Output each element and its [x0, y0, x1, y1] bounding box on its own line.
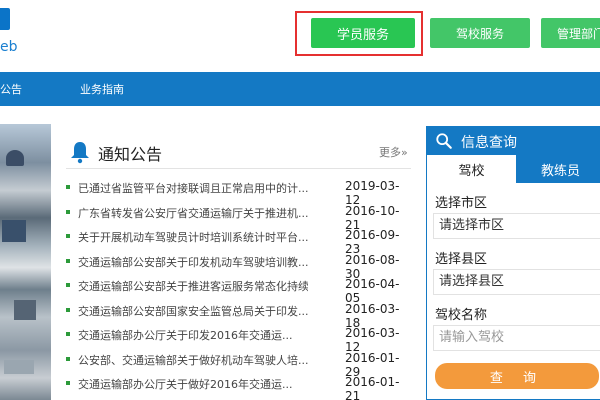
bullet-icon — [66, 307, 70, 312]
notice-item[interactable]: 交通运输部公安部国家安全监管总局关于印发... 2016-03-18 — [66, 300, 414, 330]
query-header: 信息查询 — [427, 127, 600, 155]
notice-item[interactable]: 交通运输部公安部关于推进客运服务常态化持续... 2016-04-05 — [66, 275, 414, 305]
notice-text[interactable]: 已通过省监管平台对接联调且正常启用中的计... — [78, 180, 308, 196]
notice-text[interactable]: 交通运输部公安部国家安全监管总局关于印发... — [78, 303, 308, 319]
notice-item[interactable]: 已通过省监管平台对接联调且正常启用中的计... 2019-03-12 — [66, 177, 414, 207]
bullet-icon — [66, 258, 70, 263]
notice-list: 已通过省监管平台对接联调且正常启用中的计... 2019-03-12 广东省转发… — [66, 177, 414, 400]
nav-item-announcement[interactable]: 公告 — [0, 81, 22, 97]
notice-item[interactable]: 交通运输部办公厅关于印发2016年交通运... 2016-03-12 — [66, 324, 414, 354]
more-link[interactable]: 更多» — [379, 144, 408, 160]
search-icon — [436, 133, 452, 149]
notice-item[interactable]: 交通运输部公安部关于印发机动车驾驶培训教... 2016-08-30 — [66, 251, 414, 281]
notice-text[interactable]: 交通运输部公安部关于印发机动车驾驶培训教... — [78, 254, 308, 270]
tab-coach[interactable]: 教练员 — [516, 155, 600, 183]
bullet-icon — [66, 356, 70, 361]
notice-item[interactable]: 广东省转发省公安厅省交通运输厅关于推进机... 2016-10-21 — [66, 202, 414, 232]
photo-figure — [4, 360, 34, 374]
query-submit-button[interactable]: 查 询 — [435, 363, 599, 389]
notice-item[interactable]: 关于开展机动车驾驶员计时培训系统计时平台... 2016-09-23 — [66, 226, 414, 256]
page: eb 学员服务 驾校服务 管理部门 公告 业务指南 通知公告 更多» 已通过省监… — [0, 0, 600, 400]
district-select[interactable]: 请选择县区 — [433, 269, 600, 295]
nav-item-business-guide[interactable]: 业务指南 — [80, 81, 124, 97]
school-service-button[interactable]: 驾校服务 — [430, 18, 530, 48]
photo-figure — [14, 300, 36, 320]
photo-figure — [2, 220, 26, 242]
divider — [66, 168, 411, 169]
notice-item[interactable]: 公安部、交通运输部关于做好机动车驾驶人培... 2016-01-29 — [66, 349, 414, 379]
district-label: 选择县区 — [435, 252, 488, 267]
notice-date: 2016-01-21 — [345, 375, 400, 400]
bullet-icon — [66, 283, 70, 287]
bullet-icon — [66, 209, 70, 214]
bullet-icon — [66, 381, 70, 385]
notice-text[interactable]: 交通运输部办公厅关于做好2016年交通运... — [78, 376, 308, 392]
notice-text[interactable]: 广东省转发省公安厅省交通运输厅关于推进机... — [78, 205, 308, 221]
city-label: 选择市区 — [435, 196, 488, 211]
bullet-icon — [66, 332, 70, 336]
notice-section-title: 通知公告 — [98, 145, 163, 164]
notice-text[interactable]: 交通运输部办公厅关于印发2016年交通运... — [78, 327, 308, 343]
query-title: 信息查询 — [461, 135, 517, 151]
logo-subtext: eb — [0, 39, 18, 55]
city-select[interactable]: 请选择市区 — [433, 213, 600, 239]
bullet-icon — [66, 234, 70, 238]
site-logo[interactable] — [0, 8, 10, 30]
bullet-icon — [66, 185, 70, 189]
tab-driving-school[interactable]: 驾校 — [427, 155, 516, 183]
notice-text[interactable]: 交通运输部公安部关于推进客运服务常态化持续... — [78, 278, 308, 294]
admin-department-button[interactable]: 管理部门 — [541, 18, 600, 48]
photo-banner[interactable] — [0, 124, 51, 400]
school-name-input[interactable]: 请输入驾校 — [433, 325, 600, 351]
photo-figure — [6, 150, 24, 166]
notice-text[interactable]: 关于开展机动车驾驶员计时培训系统计时平台... — [78, 229, 308, 245]
notice-item[interactable]: 交通运输部办公厅关于做好2016年交通运... 2016-01-21 — [66, 373, 414, 400]
student-service-button[interactable]: 学员服务 — [311, 18, 415, 48]
main-nav: 公告 业务指南 — [0, 72, 600, 106]
bell-icon — [71, 142, 89, 164]
school-name-label: 驾校名称 — [435, 308, 488, 323]
info-query-panel: 信息查询 驾校 教练员 选择市区 请选择市区 选择县区 请选择县区 驾校名称 请… — [426, 126, 600, 400]
notice-text[interactable]: 公安部、交通运输部关于做好机动车驾驶人培... — [78, 352, 308, 368]
